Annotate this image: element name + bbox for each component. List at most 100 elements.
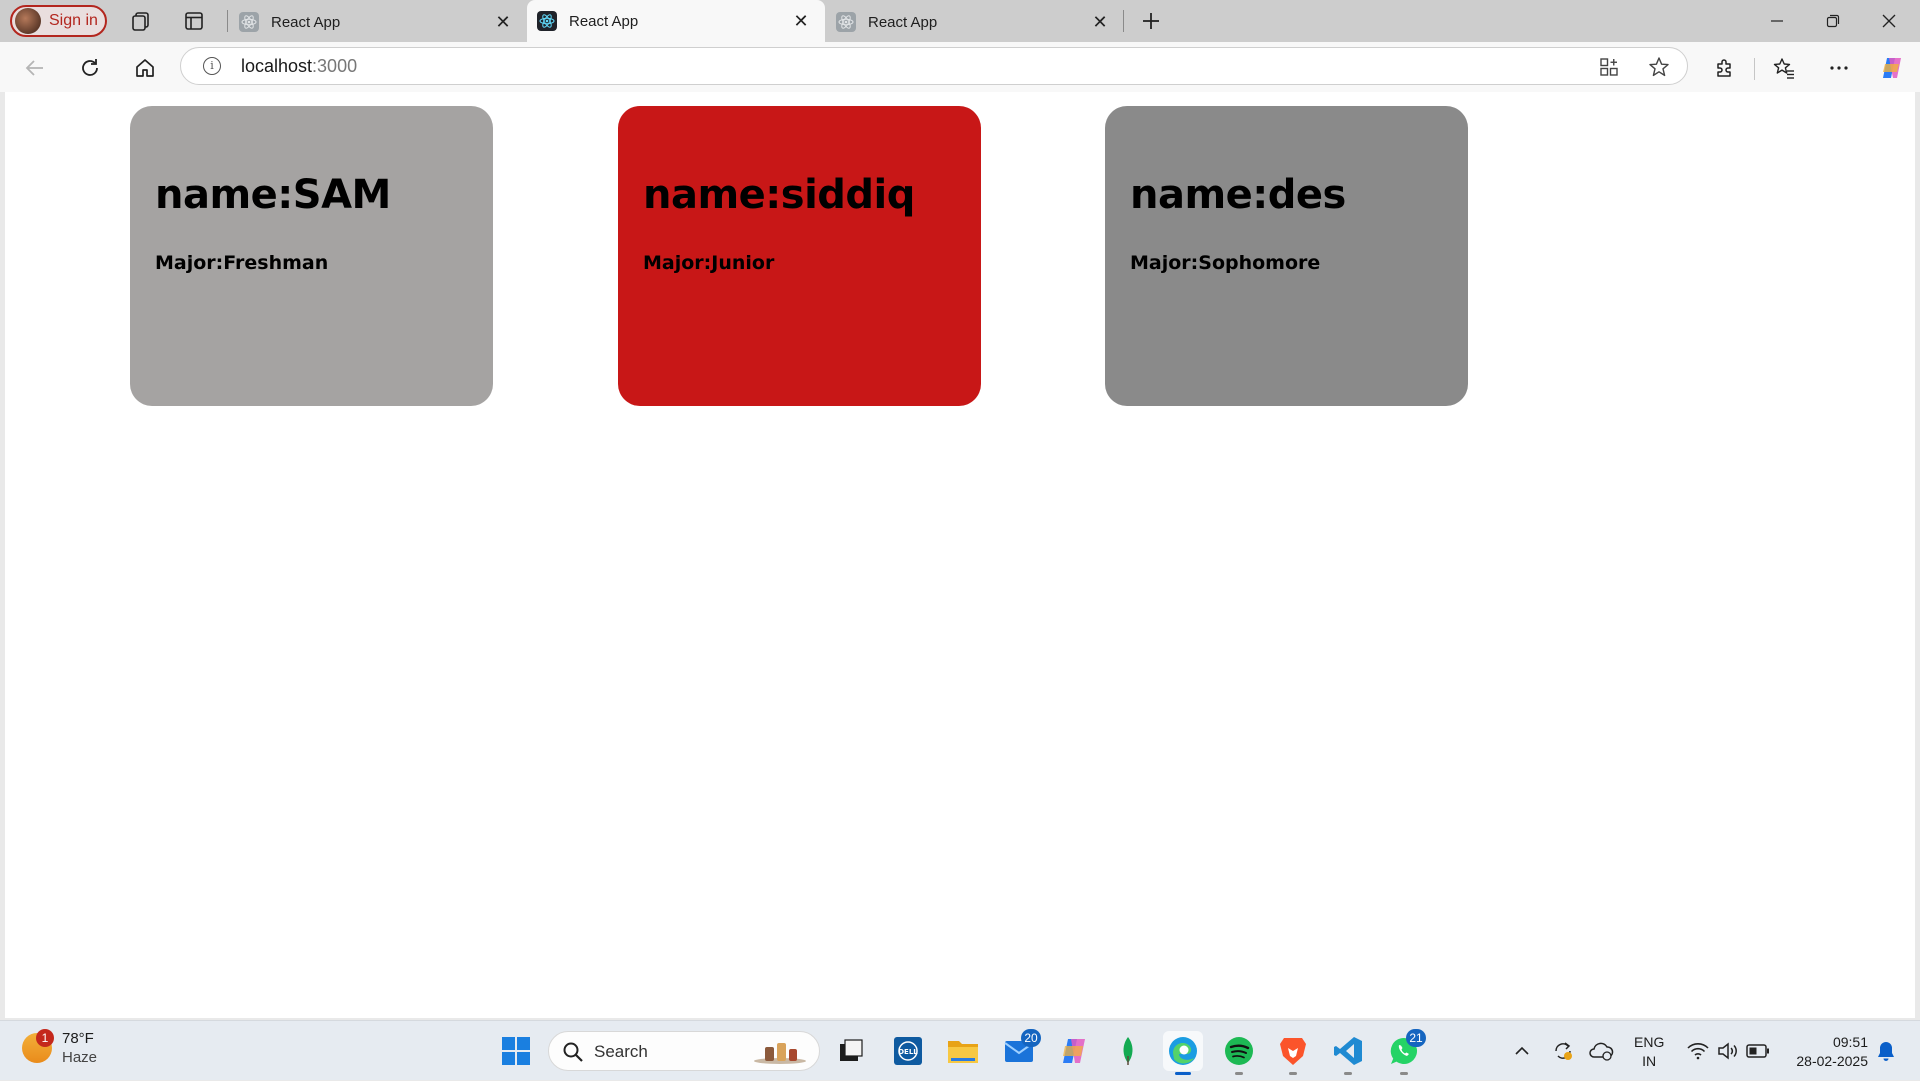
student-major: Major:Junior bbox=[643, 252, 775, 274]
react-favicon-icon bbox=[836, 12, 856, 32]
site-info-icon[interactable]: i bbox=[203, 57, 221, 75]
search-highlight-icon bbox=[754, 1043, 806, 1064]
student-major: Major:Freshman bbox=[155, 252, 329, 274]
copilot-icon[interactable] bbox=[1877, 53, 1907, 83]
whatsapp-unread-badge: 21 bbox=[1406, 1029, 1426, 1047]
clock-date: 28-02-2025 bbox=[1796, 1053, 1868, 1069]
browser-toolbar: i localhost:3000 bbox=[0, 42, 1920, 92]
tab-strip: Sign in React App ✕ React App ✕ React Ap… bbox=[0, 0, 1920, 42]
taskbar-search[interactable]: Search bbox=[548, 1031, 820, 1071]
region-code: IN bbox=[1642, 1053, 1657, 1069]
windows-taskbar: 1 78°F Haze Search DELL 20 21 ENG IN 09:… bbox=[0, 1020, 1920, 1080]
running-indicator bbox=[1235, 1072, 1243, 1075]
restore-icon[interactable] bbox=[1805, 0, 1861, 42]
svg-text:DELL: DELL bbox=[898, 1048, 918, 1056]
whatsapp-app[interactable]: 21 bbox=[1384, 1029, 1426, 1075]
copilot-app[interactable] bbox=[1054, 1031, 1094, 1071]
student-major: Major:Sophomore bbox=[1130, 252, 1321, 274]
tab-react-app-1[interactable]: React App ✕ bbox=[229, 2, 527, 42]
notifications-bell-icon[interactable] bbox=[1871, 1021, 1901, 1081]
task-view-icon bbox=[840, 1039, 863, 1061]
spotify-app[interactable] bbox=[1219, 1031, 1259, 1075]
app-available-icon[interactable] bbox=[1597, 55, 1621, 79]
search-icon bbox=[563, 1042, 583, 1062]
favorites-icon[interactable] bbox=[1769, 53, 1799, 83]
url-text[interactable]: localhost:3000 bbox=[241, 56, 357, 77]
tab-divider bbox=[1123, 10, 1124, 32]
haze-weather-icon: 1 bbox=[22, 1029, 54, 1063]
language-code: ENG bbox=[1634, 1034, 1665, 1050]
vscode-app[interactable] bbox=[1328, 1031, 1368, 1075]
back-icon[interactable] bbox=[20, 53, 50, 83]
student-card-des: name:des Major:Sophomore bbox=[1105, 106, 1468, 406]
profile-avatar bbox=[15, 8, 41, 34]
copilot-taskbar-icon bbox=[1063, 1039, 1085, 1063]
sign-in-label: Sign in bbox=[49, 12, 98, 29]
edge-icon bbox=[1169, 1037, 1197, 1065]
url-host: localhost bbox=[241, 56, 313, 76]
student-name: name:des bbox=[1130, 172, 1346, 218]
tab-react-app-2[interactable]: React App ✕ bbox=[527, 0, 825, 42]
folder-icon bbox=[948, 1041, 978, 1063]
react-favicon-icon bbox=[537, 11, 557, 31]
vscode-icon bbox=[1334, 1037, 1362, 1065]
active-indicator bbox=[1175, 1072, 1191, 1075]
brave-lion-icon bbox=[1280, 1038, 1306, 1065]
windows-logo-icon bbox=[502, 1037, 530, 1065]
student-card-siddiq: name:siddiq Major:Junior bbox=[618, 106, 981, 406]
system-clock[interactable]: 09:51 28-02-2025 bbox=[1784, 1033, 1868, 1071]
search-label: Search bbox=[594, 1042, 648, 1061]
mail-app[interactable]: 20 bbox=[999, 1029, 1041, 1071]
tab-divider bbox=[227, 10, 228, 32]
running-indicator bbox=[1400, 1072, 1408, 1075]
edge-app[interactable] bbox=[1163, 1031, 1203, 1075]
close-tab-icon[interactable]: ✕ bbox=[493, 12, 513, 33]
refresh-icon[interactable] bbox=[75, 53, 105, 83]
dell-app[interactable]: DELL bbox=[888, 1031, 928, 1071]
close-tab-icon[interactable]: ✕ bbox=[1090, 12, 1110, 33]
weather-widget[interactable]: 1 78°F Haze bbox=[22, 1029, 97, 1067]
more-options-icon[interactable] bbox=[1824, 53, 1854, 83]
workspaces-icon[interactable] bbox=[129, 9, 153, 33]
tab-title: React App bbox=[868, 13, 938, 31]
address-bar[interactable]: i localhost:3000 bbox=[180, 47, 1688, 85]
tab-react-app-3[interactable]: React App ✕ bbox=[826, 2, 1124, 42]
show-hidden-icons-chevron-icon[interactable] bbox=[1511, 1021, 1533, 1081]
close-tab-icon[interactable]: ✕ bbox=[791, 11, 811, 32]
running-indicator bbox=[1289, 1072, 1297, 1075]
home-icon[interactable] bbox=[130, 53, 160, 83]
volume-icon[interactable] bbox=[1713, 1021, 1743, 1081]
extensions-icon[interactable] bbox=[1709, 53, 1739, 83]
favorite-star-icon[interactable] bbox=[1647, 55, 1671, 79]
mongodb-leaf-icon bbox=[1123, 1037, 1133, 1065]
student-name: name:SAM bbox=[155, 172, 391, 218]
sync-icon[interactable] bbox=[1549, 1021, 1577, 1081]
weather-alert-badge: 1 bbox=[36, 1029, 54, 1047]
vertical-tabs-icon[interactable] bbox=[182, 9, 206, 33]
tab-title: React App bbox=[271, 13, 341, 31]
mongodb-app[interactable] bbox=[1108, 1031, 1148, 1071]
battery-icon[interactable] bbox=[1743, 1021, 1773, 1081]
running-indicator bbox=[1344, 1072, 1352, 1075]
input-language[interactable]: ENG IN bbox=[1634, 1033, 1664, 1071]
url-port: :3000 bbox=[312, 56, 358, 76]
new-tab-icon[interactable] bbox=[1139, 9, 1163, 33]
brave-app[interactable] bbox=[1273, 1031, 1313, 1075]
student-name: name:siddiq bbox=[643, 172, 915, 218]
start-button[interactable] bbox=[496, 1031, 536, 1071]
minimize-icon[interactable] bbox=[1749, 0, 1805, 42]
tab-title: React App bbox=[569, 12, 639, 30]
sign-in-button[interactable]: Sign in bbox=[10, 5, 107, 37]
toolbar-divider bbox=[1754, 58, 1755, 80]
wifi-icon[interactable] bbox=[1683, 1021, 1713, 1081]
task-view-app[interactable] bbox=[831, 1031, 871, 1071]
student-card-sam: name:SAM Major:Freshman bbox=[130, 106, 493, 406]
weather-condition: Haze bbox=[62, 1049, 98, 1066]
clock-time: 09:51 bbox=[1832, 1034, 1868, 1050]
network-cloud-icon[interactable] bbox=[1586, 1021, 1616, 1081]
close-window-icon[interactable] bbox=[1861, 0, 1917, 42]
file-explorer-app[interactable] bbox=[943, 1031, 983, 1071]
spotify-icon bbox=[1225, 1037, 1253, 1065]
dell-icon: DELL bbox=[894, 1037, 922, 1065]
react-favicon-icon bbox=[239, 12, 259, 32]
